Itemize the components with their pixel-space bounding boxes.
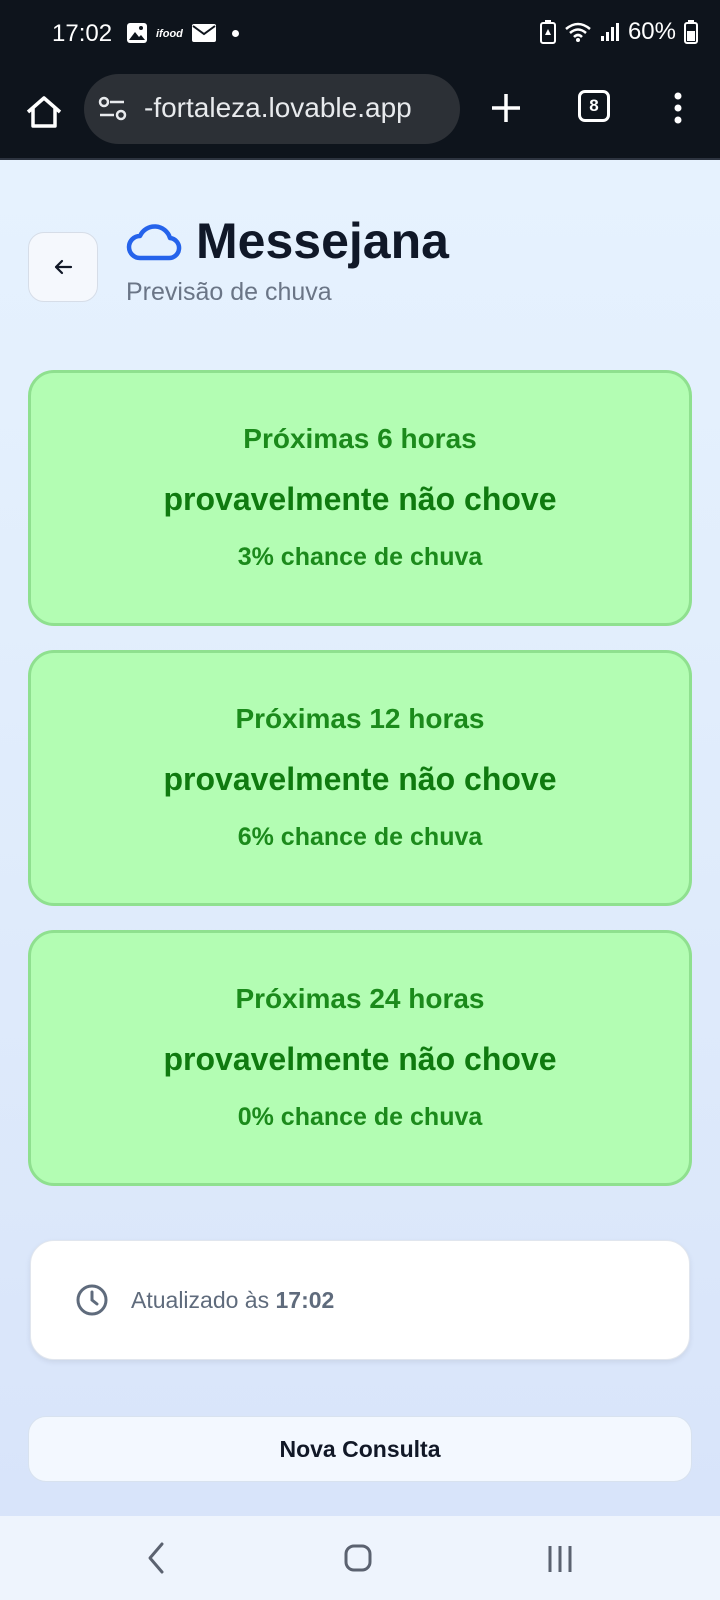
arrow-left-icon — [54, 259, 73, 275]
updated-card: Atualizado às 17:02 — [30, 1240, 690, 1360]
new-query-button[interactable]: Nova Consulta — [28, 1416, 692, 1482]
cloud-icon — [126, 224, 182, 261]
updated-text: Atualizado às 17:02 — [131, 1287, 334, 1314]
nav-back-icon[interactable] — [142, 1540, 170, 1576]
battery-saver-icon — [539, 20, 556, 44]
new-tab-icon[interactable] — [486, 88, 526, 128]
address-bar[interactable]: -fortaleza.lovable.app — [84, 74, 460, 144]
forecast-period: Próximas 12 horas — [235, 703, 485, 734]
notification-icons: ifood — [126, 22, 239, 44]
updated-time: 17:02 — [275, 1287, 335, 1313]
forecast-status: provavelmente não chove — [163, 1041, 557, 1077]
more-menu-icon[interactable] — [666, 88, 690, 128]
forecast-chance: 6% chance de chuva — [237, 823, 483, 851]
nav-recent-apps-icon[interactable] — [544, 1544, 576, 1574]
forecast-card-12h: Próximas 12 horas provavelmente não chov… — [28, 650, 692, 906]
battery-percent: 60% — [627, 18, 676, 45]
forecast-chance: 3% chance de chuva — [237, 543, 483, 571]
status-time: 17:02 — [52, 20, 113, 47]
forecast-period: Próximas 24 horas — [235, 983, 485, 1014]
clock-icon — [76, 1284, 108, 1316]
forecast-status: provavelmente não chove — [163, 481, 557, 517]
nav-home-icon[interactable] — [344, 1544, 372, 1572]
forecast-card-24h: Próximas 24 horas provavelmente não chov… — [28, 930, 692, 1186]
site-settings-icon[interactable] — [98, 96, 128, 122]
tab-switcher-button[interactable]: 8 — [578, 90, 610, 122]
image-icon — [127, 23, 147, 43]
battery-icon — [684, 20, 698, 44]
status-bar: 17:02 ifood 60% — [0, 0, 720, 70]
ifood-icon: ifood — [156, 28, 183, 40]
page-title: Messejana — [196, 213, 449, 269]
page-subtitle: Previsão de chuva — [126, 278, 332, 306]
browser-toolbar: -fortaleza.lovable.app 8 — [0, 70, 720, 160]
signal-icon — [600, 23, 619, 41]
forecast-period: Próximas 6 horas — [243, 423, 477, 454]
updated-label: Atualizado às — [131, 1287, 270, 1313]
back-button[interactable] — [28, 232, 98, 302]
forecast-chance: 0% chance de chuva — [237, 1103, 483, 1131]
url-text[interactable]: -fortaleza.lovable.app — [144, 92, 450, 124]
svg-text:ifood: ifood — [156, 28, 183, 40]
forecast-status: provavelmente não chove — [163, 761, 557, 797]
home-icon[interactable] — [22, 90, 66, 134]
page-content: Messejana Previsão de chuva Próximas 6 h… — [0, 160, 720, 1516]
system-icons: 60% — [539, 18, 698, 46]
mail-icon — [192, 24, 216, 42]
system-nav-bar — [0, 1516, 720, 1600]
forecast-card-6h: Próximas 6 horas provavelmente não chove… — [28, 370, 692, 626]
wifi-icon — [565, 22, 591, 42]
dot-icon — [232, 29, 239, 37]
